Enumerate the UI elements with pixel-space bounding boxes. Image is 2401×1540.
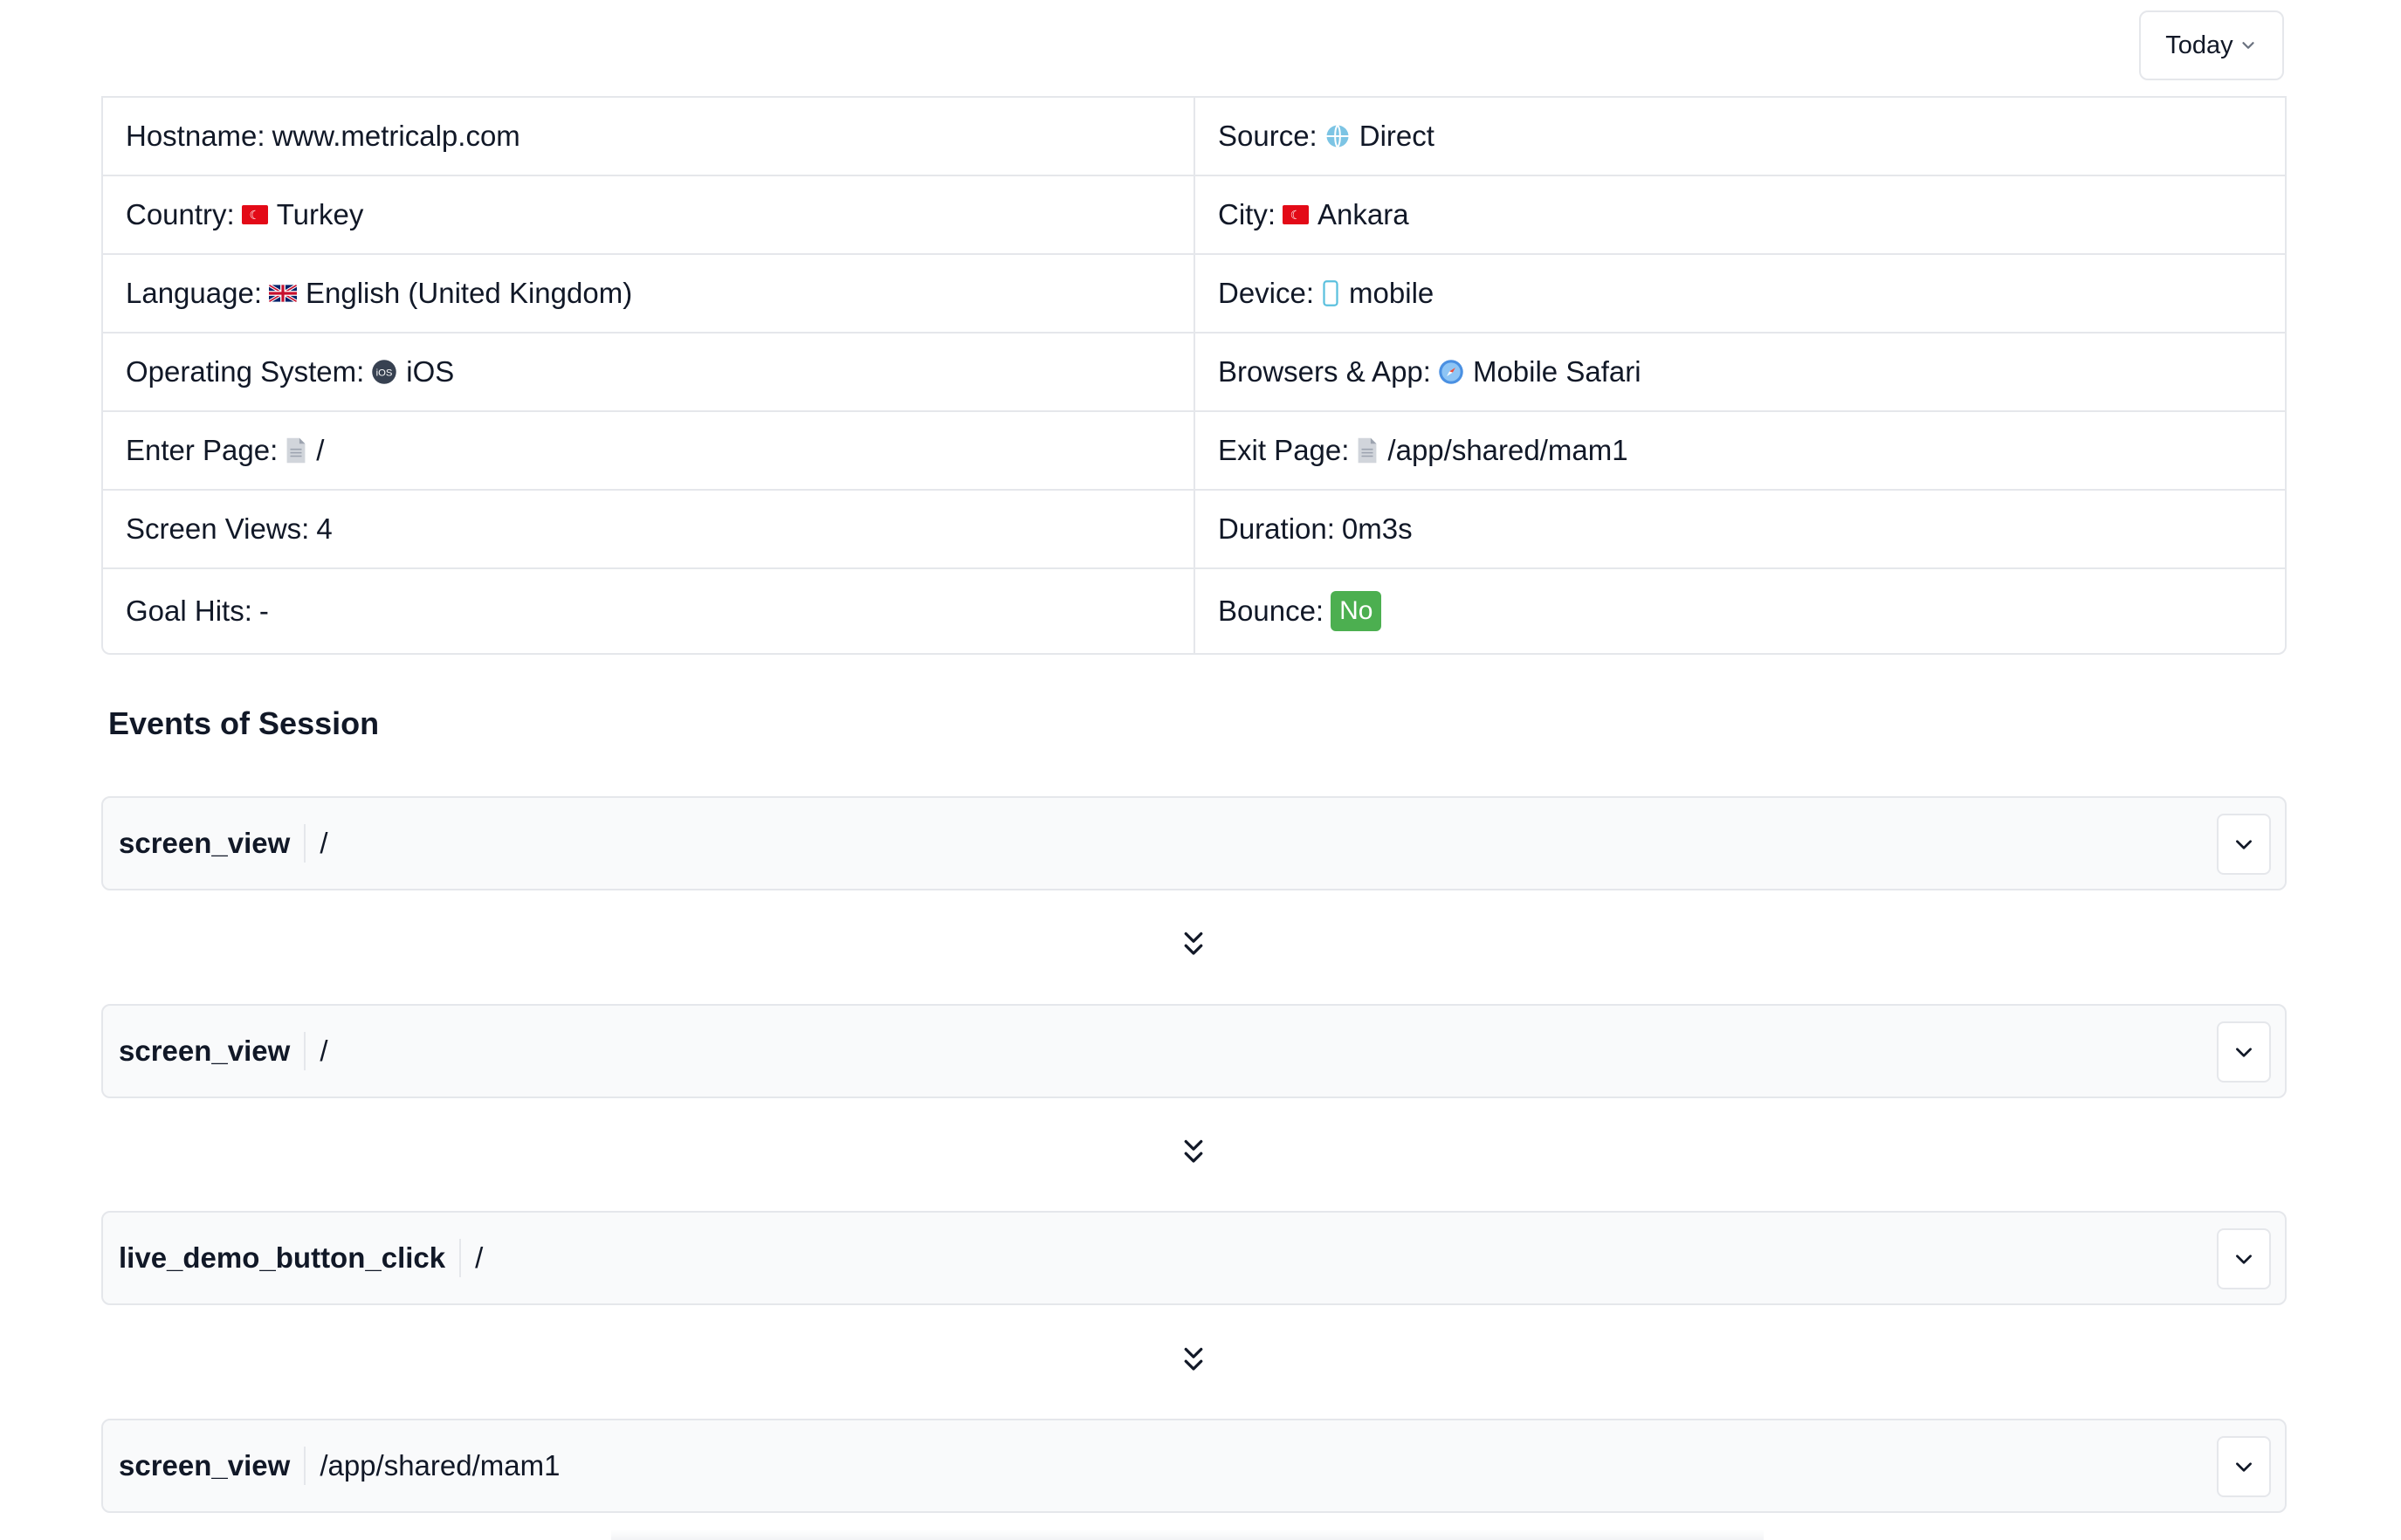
- chevron-down-icon: [2236, 1255, 2252, 1264]
- os-value: iOS: [406, 355, 455, 388]
- browser-cell: Browsers & App: Mobile Safari: [1195, 333, 2285, 410]
- language-label: Language:: [126, 277, 262, 309]
- double-chevron-down-icon: [1180, 1137, 1207, 1168]
- bounce-label: Bounce:: [1218, 595, 1324, 627]
- chevron-down-icon: [2236, 840, 2252, 849]
- date-filter-button[interactable]: Today: [2139, 10, 2284, 80]
- mobile-device-icon: [1321, 280, 1340, 306]
- session-info-row: Language: English (United Kingdom) Devic…: [103, 253, 2285, 332]
- event-name: screen_view: [119, 827, 291, 859]
- session-info-row: Hostname: www.metricalp.com Source: Dire…: [103, 96, 2285, 175]
- bottom-fade: [611, 1530, 1764, 1540]
- browser-value: Mobile Safari: [1472, 355, 1641, 388]
- duration-value: 0m3s: [1341, 512, 1413, 545]
- source-label: Source:: [1218, 120, 1317, 152]
- device-label: Device:: [1218, 277, 1315, 309]
- screen-views-label: Screen Views:: [126, 512, 310, 545]
- session-info-row: Operating System: iOS iOS Browsers & App…: [103, 332, 2285, 410]
- duration-label: Duration:: [1218, 512, 1335, 545]
- language-cell: Language: English (United Kingdom): [103, 255, 1195, 332]
- chevron-down-icon: [2242, 42, 2254, 49]
- turkey-flag-icon: ☾: [241, 205, 268, 224]
- os-cell: Operating System: iOS iOS: [103, 333, 1195, 410]
- date-filter-label: Today: [2165, 31, 2233, 59]
- bounce-cell: Bounce: No: [1195, 569, 2285, 653]
- events-section-title: Events of Session: [108, 705, 380, 741]
- event-path: /app/shared/mam1: [320, 1449, 561, 1482]
- event-name: live_demo_button_click: [119, 1241, 446, 1274]
- enter-page-cell: Enter Page: /: [103, 412, 1195, 489]
- double-chevron-down-icon: [1180, 929, 1207, 960]
- chevron-down-icon: [2236, 1462, 2252, 1472]
- country-value: Turkey: [276, 198, 364, 230]
- duration-cell: Duration: 0m3s: [1195, 491, 2285, 567]
- event-path: /: [320, 827, 328, 859]
- city-value: Ankara: [1317, 198, 1409, 230]
- screen-views-cell: Screen Views: 4: [103, 491, 1195, 567]
- chevron-down-icon: [2236, 1048, 2252, 1057]
- exit-page-cell: Exit Page: /app/shared/mam1: [1195, 412, 2285, 489]
- session-info-table: Hostname: www.metricalp.com Source: Dire…: [101, 96, 2287, 655]
- event-card[interactable]: screen_view /app/shared/mam1: [101, 1419, 2287, 1513]
- session-info-row: Screen Views: 4 Duration: 0m3s: [103, 489, 2285, 567]
- ios-icon: iOS: [371, 359, 397, 385]
- expand-event-button[interactable]: [2217, 814, 2271, 875]
- hostname-label: Hostname:: [126, 120, 265, 152]
- session-info-row: Goal Hits: - Bounce: No: [103, 567, 2285, 653]
- enter-page-value: /: [316, 434, 325, 466]
- city-cell: City: ☾ Ankara: [1195, 176, 2285, 253]
- hostname-cell: Hostname: www.metricalp.com: [103, 98, 1195, 175]
- event-card[interactable]: live_demo_button_click /: [101, 1211, 2287, 1305]
- source-cell: Source: Direct: [1195, 98, 2285, 175]
- goal-hits-cell: Goal Hits: -: [103, 569, 1195, 653]
- screen-views-value: 4: [316, 512, 333, 545]
- city-label: City:: [1218, 198, 1276, 230]
- country-cell: Country: ☾ Turkey: [103, 176, 1195, 253]
- goal-hits-label: Goal Hits:: [126, 595, 252, 627]
- svg-text:iOS: iOS: [376, 368, 393, 378]
- goal-hits-value: -: [258, 595, 269, 627]
- expand-event-button[interactable]: [2217, 1021, 2271, 1083]
- event-path: /: [475, 1241, 484, 1274]
- event-name: screen_view: [119, 1449, 291, 1482]
- language-value: English (United Kingdom): [306, 277, 633, 309]
- page-icon: [1356, 437, 1379, 464]
- bounce-badge: No: [1331, 591, 1382, 631]
- uk-flag-icon: [269, 285, 297, 302]
- country-label: Country:: [126, 198, 235, 230]
- event-path: /: [320, 1035, 328, 1067]
- device-value: mobile: [1349, 277, 1434, 309]
- safari-icon: [1438, 359, 1464, 385]
- exit-page-label: Exit Page:: [1218, 434, 1350, 466]
- event-card[interactable]: screen_view /: [101, 796, 2287, 890]
- expand-event-button[interactable]: [2217, 1436, 2271, 1497]
- session-info-row: Enter Page: / Exit Page: /app/shared/mam…: [103, 410, 2285, 489]
- os-label: Operating System:: [126, 355, 365, 388]
- double-chevron-down-icon: [1180, 1344, 1207, 1376]
- expand-event-button[interactable]: [2217, 1228, 2271, 1289]
- session-info-row: Country: ☾ Turkey City: ☾ Ankara: [103, 175, 2285, 253]
- browser-label: Browsers & App:: [1218, 355, 1431, 388]
- exit-page-value: /app/shared/mam1: [1387, 434, 1628, 466]
- turkey-flag-icon: ☾: [1283, 205, 1309, 224]
- hostname-value: www.metricalp.com: [272, 120, 520, 152]
- page-icon: [285, 437, 307, 464]
- enter-page-label: Enter Page:: [126, 434, 279, 466]
- event-name: screen_view: [119, 1035, 291, 1067]
- source-value: Direct: [1359, 120, 1434, 152]
- globe-icon: [1324, 123, 1351, 149]
- event-card[interactable]: screen_view /: [101, 1004, 2287, 1098]
- device-cell: Device: mobile: [1195, 255, 2285, 332]
